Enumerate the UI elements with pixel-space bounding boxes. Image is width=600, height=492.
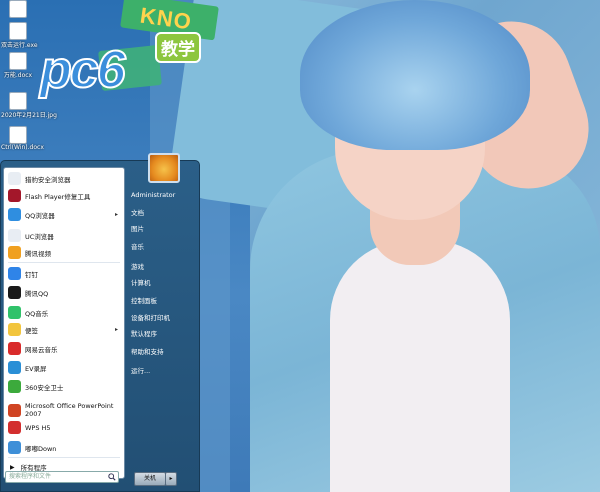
program-item-label: 嘟嘟Down xyxy=(25,444,57,453)
desktop-icon[interactable]: 万能.docx xyxy=(1,52,35,79)
search-icon[interactable] xyxy=(108,473,116,481)
start-menu-link[interactable]: 文档 xyxy=(131,206,197,220)
logo-badge: 教学 xyxy=(155,32,201,63)
pc6-logo: pc6 教学 xyxy=(39,30,210,125)
logo-text: pc6 xyxy=(39,40,127,100)
start-menu-link[interactable]: 设备和打印机 xyxy=(131,311,197,325)
program-item[interactable]: 网易云音乐 xyxy=(6,340,122,357)
desktop-icon-label: Ctrl(Win).docx xyxy=(1,144,44,151)
program-item[interactable]: 猎豹安全浏览器 xyxy=(6,170,122,187)
program-item-label: EV录屏 xyxy=(25,364,47,373)
program-item[interactable]: QQ音乐 xyxy=(6,304,122,321)
separator xyxy=(8,457,120,458)
qq-penguin-icon xyxy=(8,286,21,299)
wallpaper-tshirt xyxy=(330,240,510,492)
program-item-label: Microsoft Office PowerPoint 2007 xyxy=(25,402,114,418)
program-item[interactable]: Flash Player修复工具 xyxy=(6,187,122,204)
separator xyxy=(8,262,120,263)
submenu-arrow-icon: ▸ xyxy=(114,326,118,333)
program-item[interactable]: 腾讯QQ xyxy=(6,284,122,301)
shutdown-button[interactable]: 关机 xyxy=(134,472,166,486)
desktop-icon-label: 2020年2月21日.jpg xyxy=(1,112,57,119)
program-list: 猎豹安全浏览器 Flash Player修复工具 QQ浏览器 ▸ UC浏览器腾讯视频钉钉… xyxy=(3,167,125,479)
program-item[interactable]: 便签 ▸ xyxy=(6,321,122,338)
exe-file-icon xyxy=(9,22,27,40)
shutdown-options-button[interactable]: ▸ xyxy=(165,472,177,486)
browser-icon xyxy=(8,172,21,185)
start-menu-link[interactable]: 游戏 xyxy=(131,260,197,274)
program-item[interactable]: 钉钉 xyxy=(6,265,122,282)
download-icon xyxy=(8,441,21,454)
program-item-label: QQ浏览器 xyxy=(25,211,55,220)
ev-recorder-icon xyxy=(8,361,21,374)
start-menu-link[interactable]: 默认程序 xyxy=(131,327,197,341)
start-menu-link[interactable]: 图片 xyxy=(131,222,197,236)
start-menu: 猎豹安全浏览器 Flash Player修复工具 QQ浏览器 ▸ UC浏览器腾讯视频钉钉… xyxy=(0,153,200,492)
powerpoint-icon xyxy=(8,403,21,417)
program-item[interactable]: EV录屏 xyxy=(6,359,122,376)
netease-music-icon xyxy=(8,342,21,355)
desktop-icon[interactable]: 2020年2月21日.jpg xyxy=(1,92,57,119)
dingtalk-icon xyxy=(8,267,21,280)
image-file-icon xyxy=(9,92,27,110)
qq-browser-icon xyxy=(8,208,21,221)
start-menu-link[interactable]: 帮助和支持 xyxy=(131,345,197,359)
wps-icon xyxy=(8,421,21,434)
submenu-arrow-icon: ▸ xyxy=(114,211,118,218)
flash-icon xyxy=(8,189,21,202)
start-menu-link[interactable]: Administrator xyxy=(131,188,197,202)
program-item-label: Flash Player修复工具 xyxy=(25,192,91,201)
tencent-video-icon xyxy=(8,246,21,259)
program-item[interactable]: 腾讯视频 xyxy=(6,244,122,261)
program-item-label: 便签 xyxy=(25,326,38,335)
desktop-icon[interactable] xyxy=(1,0,35,18)
start-menu-link[interactable]: 计算机 xyxy=(131,276,197,290)
program-item-label: WPS H5 xyxy=(25,423,51,432)
docx-file-icon xyxy=(9,126,27,144)
program-item-label: QQ音乐 xyxy=(25,309,49,318)
desktop-icon-label: 万能.docx xyxy=(3,72,33,79)
program-item-label: 网易云音乐 xyxy=(25,345,58,354)
360-shield-icon xyxy=(8,380,21,393)
desktop-icon[interactable]: 双击运行.exe xyxy=(1,22,38,49)
program-item-label: UC浏览器 xyxy=(25,232,54,241)
program-item-label: 腾讯视频 xyxy=(25,249,51,258)
program-item[interactable]: 360安全卫士 xyxy=(6,378,122,395)
search-placeholder: 搜索程序和文件 xyxy=(9,473,52,480)
start-menu-link[interactable]: 控制面板 xyxy=(131,294,197,308)
desktop-icon-label: 双击运行.exe xyxy=(1,42,38,49)
program-item-label: 360安全卫士 xyxy=(25,383,64,392)
expand-arrow-icon: ▶ xyxy=(10,463,15,471)
program-item[interactable]: 嘟嘟Down xyxy=(6,439,122,456)
program-item-label: 猎豹安全浏览器 xyxy=(25,175,71,184)
program-item[interactable]: WPS H5 xyxy=(6,419,122,436)
program-item-label: 腾讯QQ xyxy=(25,289,49,298)
wallpaper-hair xyxy=(300,0,530,150)
desktop-icon[interactable]: Ctrl(Win).docx xyxy=(1,126,44,151)
file-icon xyxy=(9,0,27,18)
search-input[interactable]: 搜索程序和文件 xyxy=(5,471,119,483)
notes-icon xyxy=(8,323,21,336)
start-menu-link[interactable]: 运行... xyxy=(131,364,197,378)
program-item-label: 钉钉 xyxy=(25,270,38,279)
docx-file-icon xyxy=(9,52,27,70)
program-item[interactable]: QQ浏览器 ▸ xyxy=(6,206,122,223)
program-item[interactable]: UC浏览器 xyxy=(6,227,122,244)
qq-music-icon xyxy=(8,306,21,319)
start-menu-link[interactable]: 音乐 xyxy=(131,240,197,254)
user-avatar[interactable] xyxy=(148,153,180,183)
uc-browser-icon xyxy=(8,229,21,242)
